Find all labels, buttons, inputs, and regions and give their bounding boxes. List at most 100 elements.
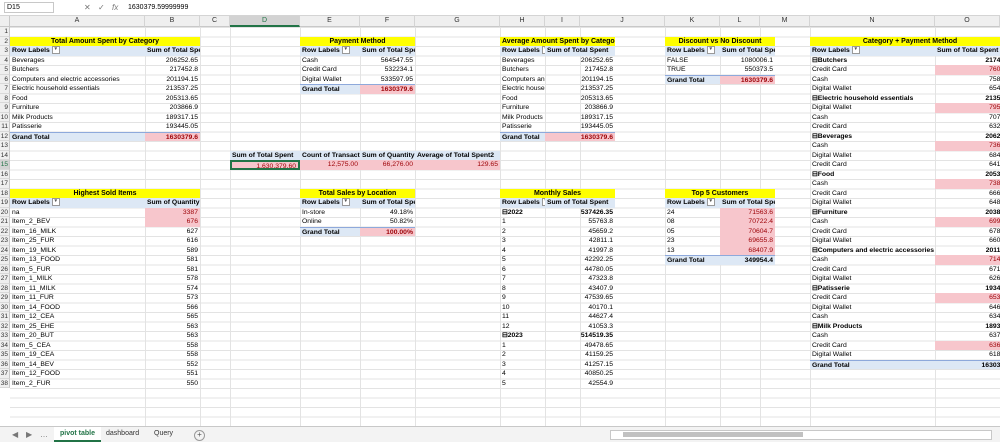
pivot-grand-total-label[interactable]: Grand Total [300,226,360,236]
pivot-row-label[interactable]: ⊟2023 [500,331,545,341]
pivot-row-label[interactable]: Furniture [500,103,545,113]
pivot-row-value[interactable]: 67107 [935,265,1000,275]
row-header-6[interactable]: 6 [0,74,10,84]
pivot-row-label[interactable]: TRUE [665,65,720,75]
pivot-row-label[interactable]: Butchers [10,65,145,75]
pivot-row-value[interactable]: 213537 [935,94,1000,104]
pivot-row-label[interactable]: In-store [300,208,360,218]
pivot-row-value[interactable]: 203866.9 [145,103,200,113]
row-header-21[interactable]: 21 [0,217,10,227]
pivot-row-value[interactable]: 50.82% [360,217,415,227]
pivot-row-label[interactable]: Credit Card [810,189,935,199]
pivot-row-value[interactable]: 627 [145,227,200,237]
pivot-row-value[interactable]: 189317 [935,322,1000,332]
filter-dropdown-icon[interactable]: ▾ [706,198,715,207]
pivot-row-label[interactable]: ⊟Butchers [810,56,935,66]
pivot-grand-total-label[interactable]: Grand Total [810,359,935,369]
pivot-title-monthly[interactable]: Monthly Sales [500,188,615,198]
pivot-row-label[interactable]: Item_12_FOOD [10,369,145,379]
pivot-row-value[interactable]: 532234.1 [360,65,415,75]
pivot-row-value[interactable]: 41997.8 [545,246,615,256]
pivot-row-value[interactable]: 71563.6 [720,207,775,217]
pivot-row-value[interactable]: 581 [145,255,200,265]
pivot-grand-total-value[interactable]: 100.00% [360,226,415,236]
pivot-row-value[interactable]: 40170.1 [545,303,615,313]
pivot-row-value[interactable]: 73625 [935,141,1000,151]
pivot-row-label[interactable]: Item_13_FOOD [10,255,145,265]
pivot-row-label[interactable]: Item_25_FUR [10,236,145,246]
row-header-16[interactable]: 16 [0,169,10,179]
pivot-row-label[interactable]: Item_14_FOOD [10,303,145,313]
pivot-row-value[interactable]: 201194.15 [545,75,615,85]
summary-header[interactable]: Sum of Quantity [360,150,415,160]
pivot-row-value[interactable]: 45659.2 [545,227,615,237]
pivot-row-label[interactable]: Item_2_FUR [10,379,145,389]
pivot-row-value[interactable]: 70731 [935,113,1000,123]
row-header-20[interactable]: 20 [0,207,10,217]
row-header-24[interactable]: 24 [0,245,10,255]
pivot-row-value[interactable]: 76073 [935,65,1000,75]
filter-dropdown-icon[interactable]: ▾ [341,198,350,207]
pivot-row-label[interactable]: Cash [810,179,935,189]
pivot-row-value[interactable]: 581 [145,265,200,275]
pivot-row-value[interactable]: 563 [145,322,200,332]
pivot-row-value[interactable]: 55763.8 [545,217,615,227]
pivot-row-value[interactable]: 550373.5 [720,65,775,75]
pivot-row-value[interactable]: 63629 [935,340,1000,350]
pivot-row-label[interactable]: Digital Wallet [810,198,935,208]
pivot-row-labels-header[interactable]: Row Labels▾ [665,198,720,208]
row-header-15[interactable]: 15 [0,160,10,170]
pivot-row-label[interactable]: 23 [665,236,720,246]
column-header-o[interactable]: O [935,16,1000,27]
select-all-corner[interactable] [0,16,10,27]
pivot-value-header[interactable]: Sum of Total Spent [145,46,200,56]
row-header-26[interactable]: 26 [0,264,10,274]
fx-icon[interactable]: fx [112,2,118,13]
pivot-row-labels-header[interactable]: Row Labels▾ [300,198,360,208]
pivot-row-label[interactable]: Item_1_MILK [10,274,145,284]
pivot-row-value[interactable]: 213537.25 [545,84,615,94]
pivot-row-value[interactable]: 558 [145,341,200,351]
pivot-row-value[interactable]: 65359 [935,293,1000,303]
pivot-row-label[interactable]: ⊟Food [810,170,935,180]
pivot-row-value[interactable]: 61875 [935,350,1000,360]
scroll-thumb[interactable] [623,432,803,437]
row-header-14[interactable]: 14 [0,150,10,160]
pivot-row-label[interactable]: Furniture [10,103,145,113]
pivot-row-label[interactable]: Online [300,217,360,227]
pivot-row-label[interactable]: Credit Card [810,265,935,275]
column-header-i[interactable]: I [545,16,580,27]
pivot-row-value[interactable]: 533597.95 [360,75,415,85]
pivot-row-value[interactable]: 41053.3 [545,322,615,332]
selected-cell-d15[interactable]: 1,630,379.60 [230,160,300,170]
row-header-29[interactable]: 29 [0,293,10,303]
pivot-row-value[interactable]: 42554.9 [545,379,615,389]
pivot-title-customers[interactable]: Top 5 Customers [665,188,775,198]
pivot-row-label[interactable]: FALSE [665,56,720,66]
row-header-9[interactable]: 9 [0,103,10,113]
pivot-grand-total-value[interactable]: 1630379.6 [360,84,415,94]
pivot-row-label[interactable]: Cash [810,217,935,227]
pivot-row-value[interactable]: 514519.35 [545,331,615,341]
pivot-row-value[interactable]: 68407.9 [720,245,775,255]
pivot-value-header[interactable]: Sum of Total Spent [545,46,615,56]
pivot-row-label[interactable]: ⊟2022 [500,208,545,218]
pivot-row-value[interactable]: 193445.05 [145,122,200,132]
pivot-row-label[interactable]: Cash [300,56,360,66]
pivot-value-header[interactable]: Sum of Total Spent [360,46,415,56]
pivot-row-value[interactable]: 550 [145,379,200,389]
filter-dropdown-icon[interactable]: ▾ [51,198,60,207]
pivot-row-label[interactable]: 2 [500,227,545,237]
pivot-row-label[interactable]: Cash [810,113,935,123]
row-header-35[interactable]: 35 [0,350,10,360]
filter-dropdown-icon[interactable]: ▾ [51,46,60,55]
pivot-grand-total-value[interactable]: 1630379.6 [720,74,775,84]
pivot-row-value[interactable]: 73859 [935,179,1000,189]
pivot-row-value[interactable]: 203866.9 [545,103,615,113]
pivot-row-label[interactable]: 12 [500,322,545,332]
pivot-row-label[interactable]: Digital Wallet [810,303,935,313]
pivot-title-location[interactable]: Total Sales by Location [300,188,415,198]
row-header-2[interactable]: 2 [0,36,10,46]
pivot-row-label[interactable]: 7 [500,274,545,284]
pivot-row-value[interactable]: 589 [145,246,200,256]
